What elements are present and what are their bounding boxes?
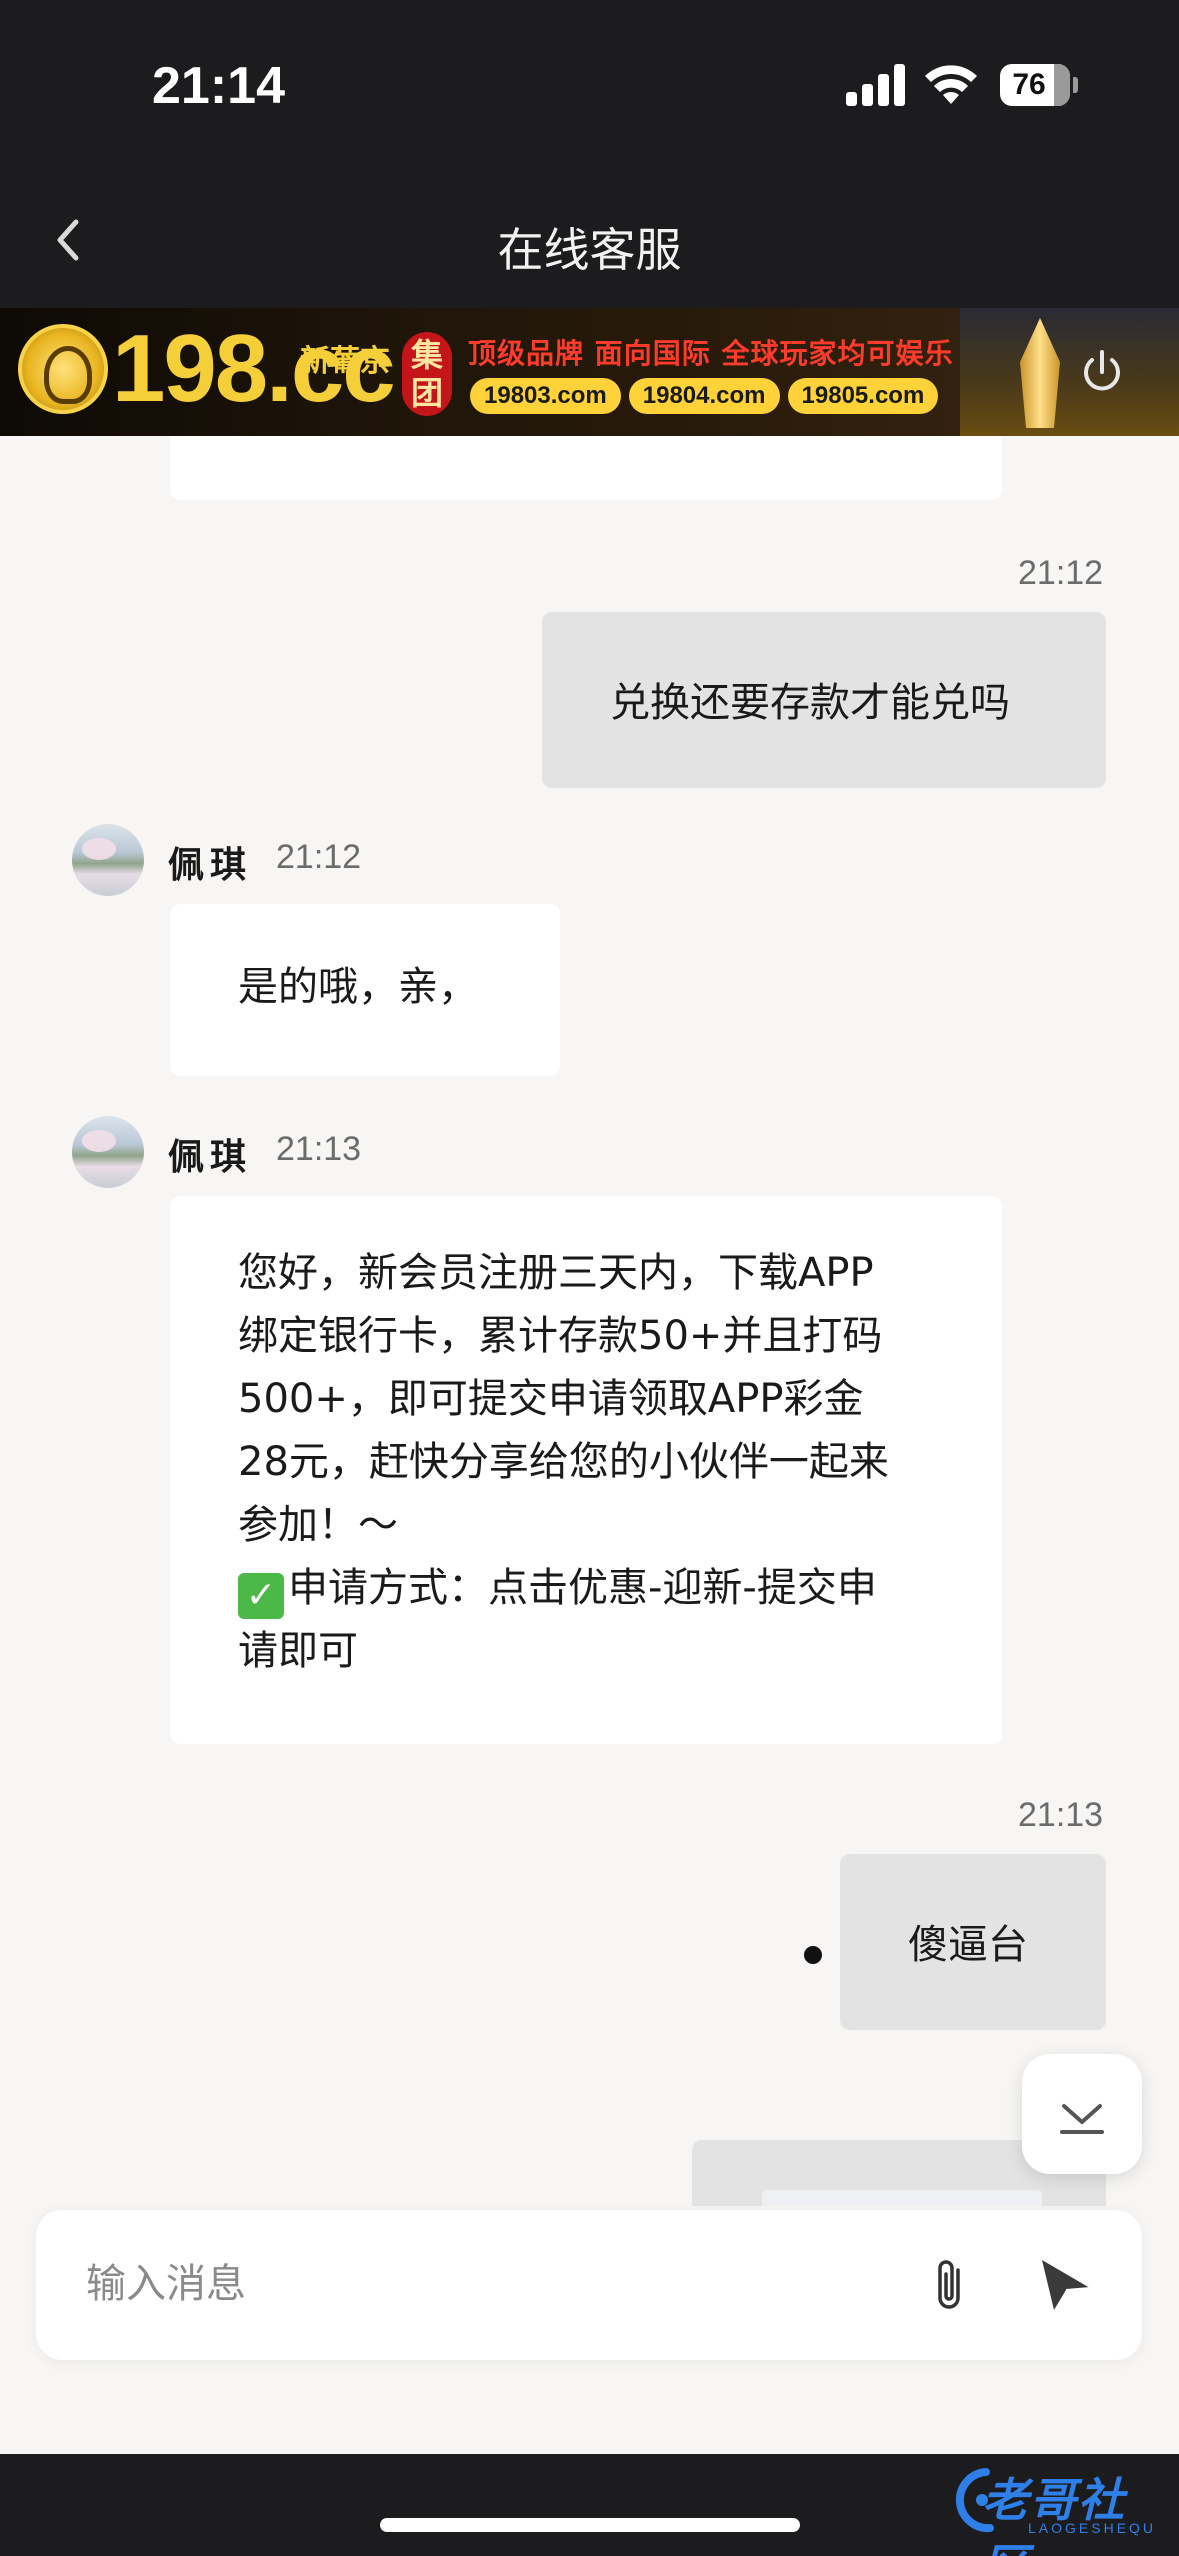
- status-time: 21:14: [152, 57, 285, 115]
- message-line: 请即可: [238, 1628, 358, 1674]
- banner-domain: 19804.com: [628, 378, 780, 414]
- message-line: 500+，即可提交申请领取APP彩金: [238, 1376, 864, 1422]
- nav-bar: 在线客服: [0, 180, 1179, 308]
- wifi-icon: [925, 65, 977, 104]
- watermark-logo: 老哥社区 LAOGESHEQU: [940, 2458, 1170, 2556]
- battery-tip: [1073, 77, 1078, 93]
- page-title: 在线客服: [497, 223, 682, 277]
- power-icon[interactable]: [1078, 348, 1126, 396]
- outgoing-message[interactable]: 兑换还要存款才能兑吗: [542, 612, 1106, 788]
- battery-level: 76: [1012, 68, 1046, 101]
- agent-name: 佩琪: [168, 1137, 253, 1178]
- message-time: 21:13: [276, 1130, 362, 1168]
- ad-banner[interactable]: 198.cc 新葡京 集团 顶级品牌 面向国际 全球玩家均可娱乐 19803.c…: [0, 308, 1179, 436]
- casino-image: [960, 308, 1179, 436]
- message-time: 21:13: [1018, 1796, 1104, 1834]
- message-time: 21:12: [1018, 554, 1104, 592]
- message-line: 参加！～: [238, 1502, 398, 1548]
- outgoing-message[interactable]: 傻逼台: [840, 1854, 1106, 2030]
- message-line: 您好，新会员注册三天内，下载APP: [238, 1250, 874, 1296]
- battery-icon: 76: [1000, 64, 1070, 106]
- incoming-message[interactable]: 是的哦，亲，: [170, 904, 560, 1076]
- banner-domains: 19803.com 19804.com 19805.com: [470, 378, 939, 414]
- banner-brand-sub: 新葡京: [300, 344, 390, 379]
- agent-name: 佩琪: [168, 845, 253, 886]
- message-bubble-partial: [170, 436, 1002, 500]
- message-text-block: 您好，新会员注册三天内，下载APP 绑定银行卡，累计存款50+并且打码 500+…: [238, 1242, 978, 1683]
- send-icon[interactable]: [1032, 2252, 1098, 2318]
- message-input-bar: [36, 2210, 1142, 2360]
- message-text: 傻逼台: [908, 1922, 1028, 1968]
- incoming-message[interactable]: 您好，新会员注册三天内，下载APP 绑定银行卡，累计存款50+并且打码 500+…: [170, 1196, 1002, 1744]
- message-text: 兑换还要存款才能兑吗: [610, 680, 1010, 726]
- banner-domain: 19803.com: [470, 378, 621, 414]
- cellular-signal-icon: [846, 62, 906, 106]
- checkmark-icon: ✓: [238, 1573, 284, 1619]
- agent-avatar: [72, 1116, 144, 1188]
- message-time: 21:12: [276, 838, 362, 876]
- message-line: ✓ 申请方式：点击优惠-迎新-提交申: [238, 1557, 978, 1620]
- message-line: 绑定银行卡，累计存款50+并且打码: [238, 1313, 883, 1359]
- apply-text: 申请方式：点击优惠-迎新-提交申: [288, 1565, 877, 1611]
- home-indicator[interactable]: [380, 2518, 800, 2532]
- brand-logo-icon: [18, 324, 108, 414]
- attachment-icon[interactable]: [916, 2252, 982, 2318]
- message-input[interactable]: [86, 2254, 886, 2314]
- status-bar: 21:14 76: [0, 0, 1179, 180]
- scroll-down-icon: [1060, 2104, 1104, 2134]
- message-text: 是的哦，亲，: [238, 964, 478, 1010]
- watermark-text: 老哥社区: [982, 2473, 1126, 2556]
- banner-brand-group: 集团: [402, 332, 452, 416]
- message-line: 28元，赶快分享给您的小伙伴一起来: [238, 1439, 889, 1485]
- banner-domain: 19805.com: [787, 378, 939, 414]
- agent-avatar: [72, 824, 144, 896]
- scroll-to-bottom-button[interactable]: [1022, 2054, 1142, 2174]
- watermark-sub: LAOGESHEQU: [1028, 2520, 1157, 2536]
- sending-indicator-icon: [804, 1946, 822, 1964]
- chat-area[interactable]: 21:12 兑换还要存款才能兑吗 佩琪 21:12 是的哦，亲， 佩琪 21:1…: [0, 436, 1179, 2206]
- banner-slogan: 顶级品牌 面向国际 全球玩家均可娱乐: [468, 337, 954, 370]
